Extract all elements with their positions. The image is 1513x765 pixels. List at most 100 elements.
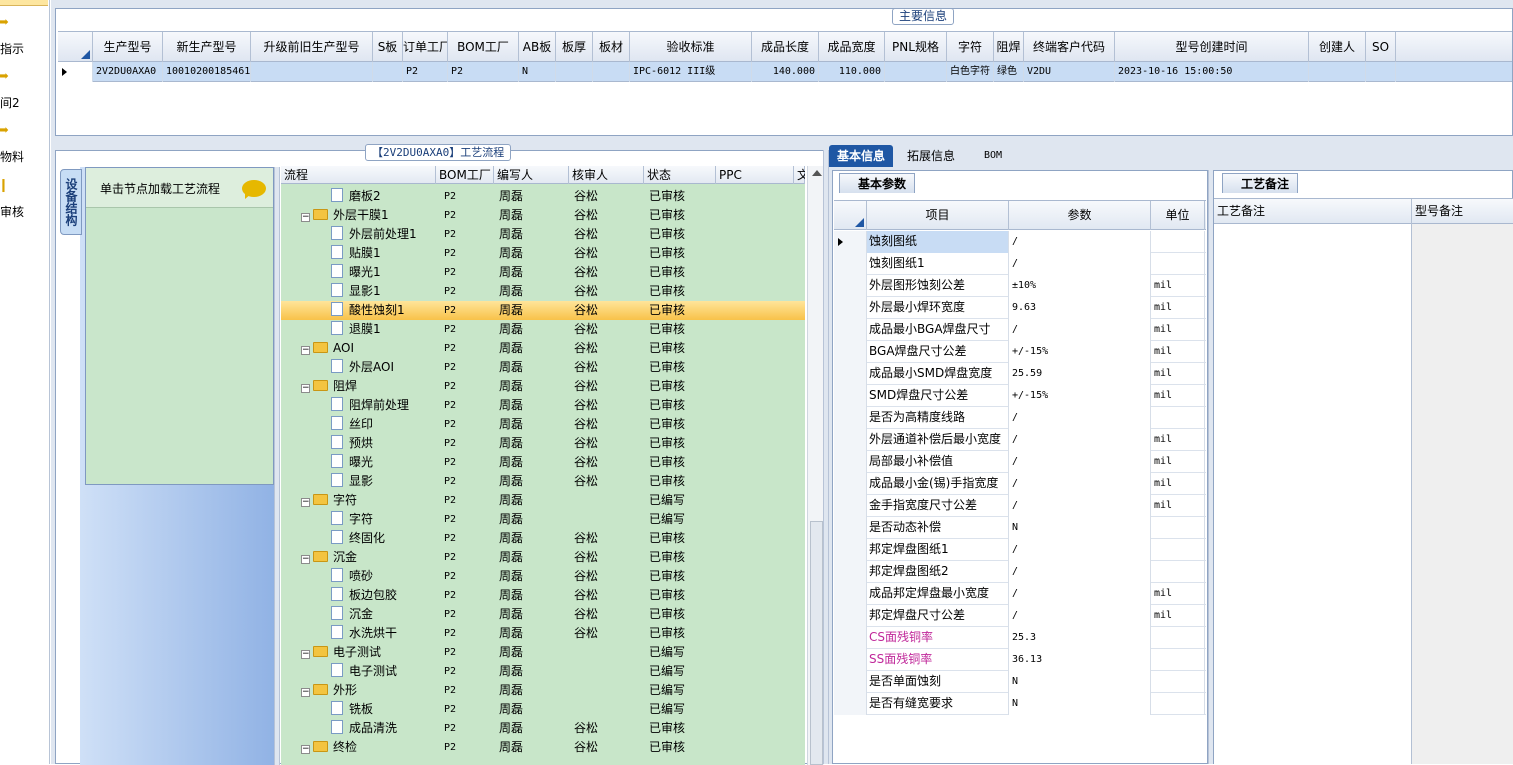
notes-col-header[interactable]: 工艺备注 (1214, 199, 1412, 224)
tab-equipment-structure[interactable]: 设备结构 (60, 169, 82, 235)
tree-col-header[interactable]: PPC (716, 166, 794, 184)
param-row[interactable]: 成品最小金(锡)手指宽度 / mil (834, 473, 1206, 495)
cell[interactable] (556, 62, 593, 82)
col-header[interactable]: 订单工厂 (403, 32, 448, 62)
col-header[interactable]: 板材 (593, 32, 630, 62)
param-row[interactable]: 是否单面蚀刻 N (834, 671, 1206, 693)
notes-col-header[interactable]: 型号备注 (1412, 199, 1513, 224)
node-name-cell[interactable]: 铣板 (331, 700, 373, 719)
param-value[interactable]: / (1009, 473, 1151, 495)
tree-row[interactable]: 丝印 P2 周磊 谷松 已审核 (281, 415, 805, 434)
col-header[interactable]: 阻焊 (994, 32, 1024, 62)
collapse-toggle-icon[interactable]: − (301, 555, 310, 564)
param-row[interactable]: 是否动态补偿 N (834, 517, 1206, 539)
node-name-cell[interactable]: 退膜1 (331, 320, 381, 339)
cell[interactable]: N (519, 62, 556, 82)
tab-extended-info[interactable]: 拓展信息 (899, 145, 963, 167)
tree-row[interactable]: 退膜1 P2 周磊 谷松 已审核 (281, 320, 805, 339)
process-notes-area[interactable] (1214, 224, 1412, 764)
tree-row[interactable]: 成品清洗 P2 周磊 谷松 已审核 (281, 719, 805, 738)
node-name-cell[interactable]: − 阻焊 (301, 377, 357, 396)
tree-row[interactable]: − 终检 P2 周磊 谷松 已审核 (281, 738, 805, 757)
cell[interactable] (885, 62, 947, 82)
node-name-cell[interactable]: − 终检 (301, 738, 357, 757)
tree-row[interactable]: 曝光 P2 周磊 谷松 已审核 (281, 453, 805, 472)
param-row[interactable]: 成品最小SMD焊盘宽度 25.59 mil (834, 363, 1206, 385)
collapse-toggle-icon[interactable]: − (301, 346, 310, 355)
param-value[interactable]: / (1009, 495, 1151, 517)
collapse-toggle-icon[interactable]: − (301, 213, 310, 222)
node-name-cell[interactable]: 磨板2 (331, 187, 381, 206)
tree-scrollbar[interactable] (807, 166, 824, 765)
param-value[interactable]: / (1009, 253, 1151, 275)
cell[interactable]: 110.000 (819, 62, 885, 82)
param-value[interactable]: / (1009, 539, 1151, 561)
col-header[interactable]: BOM工厂 (448, 32, 519, 62)
col-header[interactable]: 生产型号 (93, 32, 163, 62)
param-row[interactable]: 成品邦定焊盘最小宽度 / mil (834, 583, 1206, 605)
param-col-header[interactable]: 项目 (867, 201, 1009, 230)
node-name-cell[interactable]: 电子测试 (331, 662, 397, 681)
tree-row[interactable]: 字符 P2 周磊 已编写 (281, 510, 805, 529)
param-value[interactable]: +/-15% (1009, 385, 1151, 407)
cell[interactable]: 2023-10-16 15:00:50 (1115, 62, 1309, 82)
nav-item-label[interactable]: 物料 (0, 148, 49, 165)
tab-basic-params[interactable]: 基本参数 (839, 173, 916, 193)
node-name-cell[interactable]: 贴膜1 (331, 244, 381, 263)
param-value[interactable]: / (1009, 583, 1151, 605)
node-name-cell[interactable]: 喷砂 (331, 567, 373, 586)
col-header[interactable]: 创建人 (1309, 32, 1366, 62)
cell[interactable]: P2 (448, 62, 519, 82)
nav-item-label[interactable]: 间2 (0, 94, 49, 111)
param-row[interactable]: 金手指宽度尺寸公差 / mil (834, 495, 1206, 517)
param-value[interactable]: / (1009, 407, 1151, 429)
tab-process-notes[interactable]: 工艺备注 (1222, 173, 1299, 193)
param-row[interactable]: 局部最小补偿值 / mil (834, 451, 1206, 473)
tree-col-header[interactable]: 编写人 (494, 166, 569, 184)
tree-row[interactable]: − 电子测试 P2 周磊 已编写 (281, 643, 805, 662)
tree-row[interactable]: − AOI P2 周磊 谷松 已审核 (281, 339, 805, 358)
tree-row[interactable]: 铣板 P2 周磊 已编写 (281, 700, 805, 719)
col-header[interactable]: 字符 (947, 32, 994, 62)
cell[interactable] (593, 62, 630, 82)
tree-col-header[interactable]: BOM工厂 (436, 166, 494, 184)
cell[interactable]: 140.000 (752, 62, 819, 82)
tree-row[interactable]: 外层前处理1 P2 周磊 谷松 已审核 (281, 225, 805, 244)
param-value[interactable]: 25.59 (1009, 363, 1151, 385)
scroll-thumb[interactable] (810, 521, 823, 765)
tree-row[interactable]: 喷砂 P2 周磊 谷松 已审核 (281, 567, 805, 586)
param-row[interactable]: SS面残铜率 36.13 (834, 649, 1206, 671)
left-splitter[interactable] (274, 167, 280, 765)
model-notes-area[interactable] (1412, 224, 1513, 764)
param-col-header[interactable]: 单位 (1151, 201, 1205, 230)
col-header[interactable]: S板 (373, 32, 403, 62)
col-header[interactable]: 板厚 (556, 32, 593, 62)
node-name-cell[interactable]: 沉金 (331, 605, 373, 624)
tree-row[interactable]: 酸性蚀刻1 P2 周磊 谷松 已审核 (281, 301, 805, 320)
collapse-toggle-icon[interactable]: − (301, 498, 310, 507)
node-name-cell[interactable]: − 外形 (301, 681, 357, 700)
node-name-cell[interactable]: 显影 (331, 472, 373, 491)
node-name-cell[interactable]: 板边包胶 (331, 586, 397, 605)
param-row[interactable]: 是否为高精度线路 / (834, 407, 1206, 429)
col-header[interactable]: 验收标准 (630, 32, 752, 62)
param-col-header[interactable]: 参数 (1009, 201, 1151, 230)
tree-row[interactable]: − 外层干膜1 P2 周磊 谷松 已审核 (281, 206, 805, 225)
param-row[interactable]: 邦定焊盘图纸2/ (834, 561, 1206, 583)
tree-col-header[interactable]: 状态 (644, 166, 716, 184)
collapse-toggle-icon[interactable]: − (301, 650, 310, 659)
col-header[interactable]: 升级前旧生产型号 (251, 32, 373, 62)
col-header[interactable]: 成品宽度 (819, 32, 885, 62)
param-row[interactable]: BGA焊盘尺寸公差 +/-15% mil (834, 341, 1206, 363)
node-name-cell[interactable]: − 外层干膜1 (301, 206, 389, 225)
node-name-cell[interactable]: 预烘 (331, 434, 373, 453)
node-name-cell[interactable]: − 字符 (301, 491, 357, 510)
nav-item-label[interactable]: 审核 (0, 203, 49, 220)
param-value[interactable]: 9.63 (1009, 297, 1151, 319)
param-value[interactable]: 25.3 (1009, 627, 1151, 649)
cell[interactable]: 2V2DU0AXA0 (93, 62, 163, 82)
node-name-cell[interactable]: 水洗烘干 (331, 624, 397, 643)
col-header[interactable]: PNL规格 (885, 32, 947, 62)
node-name-cell[interactable]: 字符 (331, 510, 373, 529)
col-header[interactable]: 成品长度 (752, 32, 819, 62)
